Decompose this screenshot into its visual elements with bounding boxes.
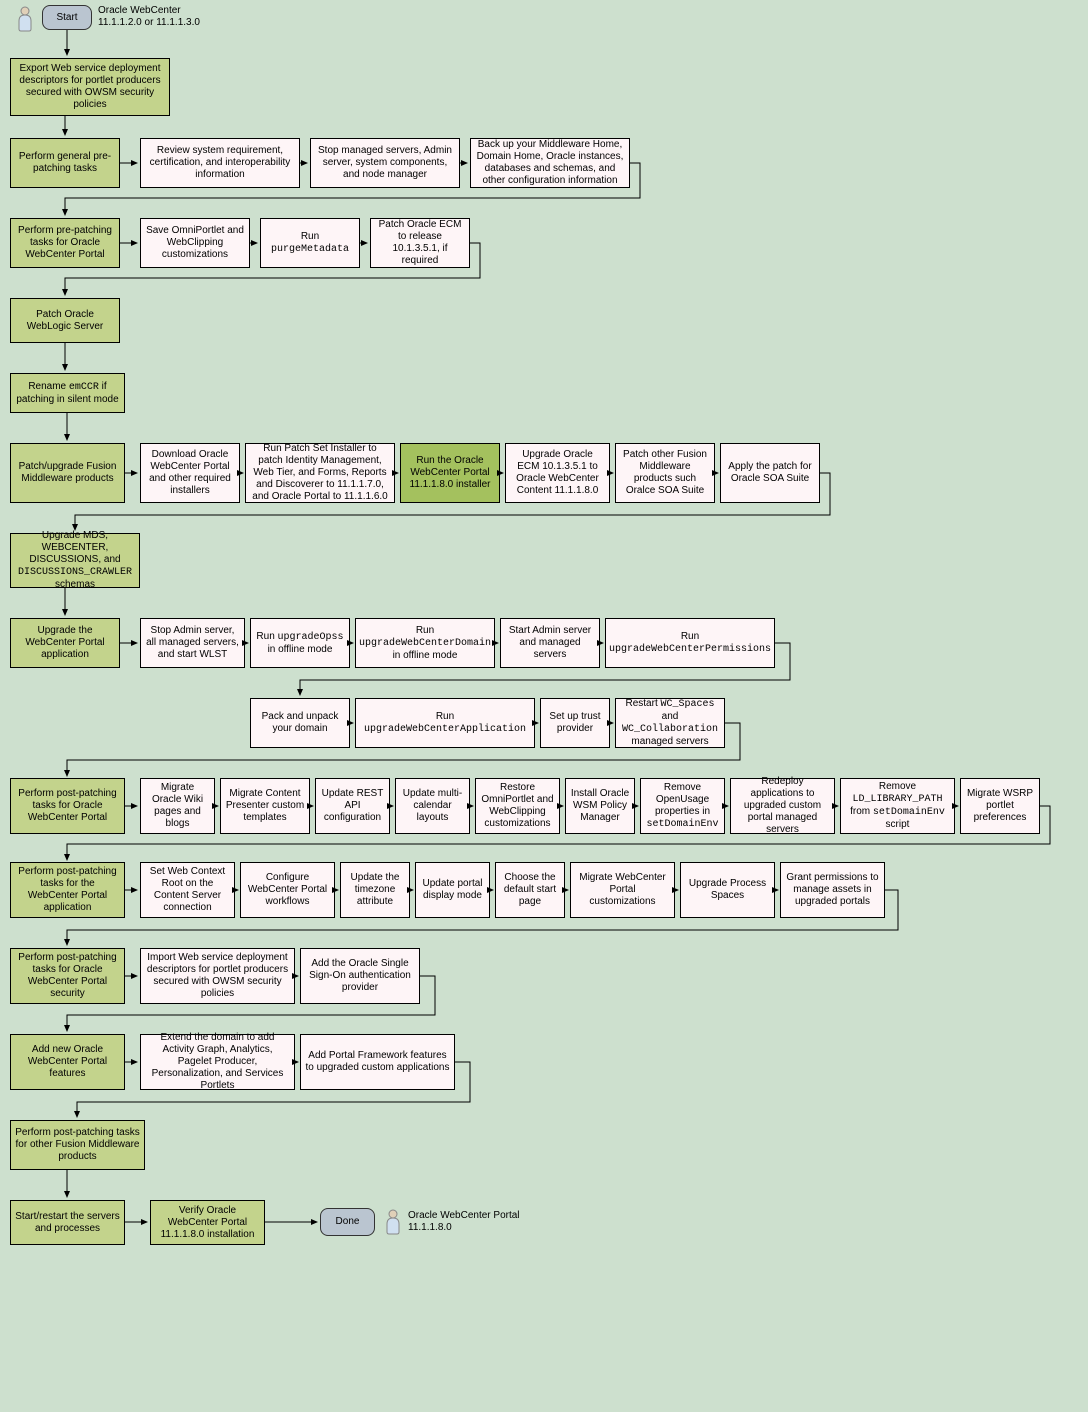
step-patch-weblogic: Patch Oracle WebLogic Server: [10, 298, 120, 343]
substep-run-upgradewcapp: Run upgradeWebCenterApplication: [355, 698, 535, 748]
substep-add-portal-framework: Add Portal Framework features to upgrade…: [300, 1034, 455, 1090]
step-add-features: Add new Oracle WebCenter Portal features: [10, 1034, 125, 1090]
step-rename-emccr: Rename emCCR if patching in silent mode: [10, 373, 125, 413]
step-upgrade-schemas: Upgrade MDS, WEBCENTER, DISCUSSIONS, and…: [10, 533, 140, 588]
step-postpatch-other-fusion: Perform post-patching tasks for other Fu…: [10, 1120, 145, 1170]
substep-stop-servers-wlst: Stop Admin server, all managed servers, …: [140, 618, 245, 668]
step-export-descriptors: Export Web service deployment descriptor…: [10, 58, 170, 116]
substep-migrate-customizations: Migrate WebCenter Portal customizations: [570, 862, 675, 918]
step-prepatch-portal: Perform pre-patching tasks for Oracle We…: [10, 218, 120, 268]
substep-apply-soa-patch: Apply the patch for Oracle SOA Suite: [720, 443, 820, 503]
substep-import-descriptors: Import Web service deployment descriptor…: [140, 948, 295, 1004]
substep-upgrade-ecm: Upgrade Oracle ECM 10.1.3.5.1 to Oracle …: [505, 443, 610, 503]
substep-stop-servers: Stop managed servers, Admin server, syst…: [310, 138, 460, 188]
substep-restart-spaces-collab: Restart WC_Spaces and WC_Collaboration m…: [615, 698, 725, 748]
substep-add-sso-provider: Add the Oracle Single Sign-On authentica…: [300, 948, 420, 1004]
substep-download-installers: Download Oracle WebCenter Portal and oth…: [140, 443, 240, 503]
substep-migrate-wiki: Migrate Oracle Wiki pages and blogs: [140, 778, 215, 834]
substep-set-webcontext: Set Web Context Root on the Content Serv…: [140, 862, 235, 918]
substep-update-multical: Update multi-calendar layouts: [395, 778, 470, 834]
substep-redeploy-apps: Redeploy applications to upgraded custom…: [730, 778, 835, 834]
substep-start-admin-managed: Start Admin server and managed servers: [500, 618, 600, 668]
substep-extend-domain: Extend the domain to add Activity Graph,…: [140, 1034, 295, 1090]
substep-run-upgradewcperms: Run upgradeWebCenterPermissions: [605, 618, 775, 668]
substep-migrate-content-presenter: Migrate Content Presenter custom templat…: [220, 778, 310, 834]
substep-install-wsm: Install Oracle WSM Policy Manager: [565, 778, 635, 834]
substep-save-omniportlet: Save OmniPortlet and WebClipping customi…: [140, 218, 250, 268]
start-product-label: Oracle WebCenter11.1.1.2.0 or 11.1.1.3.0: [98, 5, 200, 29]
substep-update-timezone: Update the timezone attribute: [340, 862, 410, 918]
step-upgrade-portal-app: Upgrade the WebCenter Portal application: [10, 618, 120, 668]
substep-pack-unpack: Pack and unpack your domain: [250, 698, 350, 748]
substep-grant-permissions: Grant permissions to manage assets in up…: [780, 862, 885, 918]
substep-config-workflows: Configure WebCenter Portal workflows: [240, 862, 335, 918]
substep-patch-other-fusion: Patch other Fusion Middleware products s…: [615, 443, 715, 503]
substep-remove-ldlibrarypath: Remove LD_LIBRARY_PATH from setDomainEnv…: [840, 778, 955, 834]
substep-run-purgemetadata: Run purgeMetadata: [260, 218, 360, 268]
done-product-label: Oracle WebCenter Portal11.1.1.8.0: [408, 1210, 520, 1234]
substep-restore-omniportlet: Restore OmniPortlet and WebClipping cust…: [475, 778, 560, 834]
substep-choose-start-page: Choose the default start page: [495, 862, 565, 918]
substep-run-upgradewcdomain: Run upgradeWebCenterDomain in offline mo…: [355, 618, 495, 668]
person-done-icon: [383, 1208, 403, 1236]
substep-patch-ecm: Patch Oracle ECM to release 10.1.3.5.1, …: [370, 218, 470, 268]
step-postpatch-portal: Perform post-patching tasks for Oracle W…: [10, 778, 125, 834]
substep-backup: Back up your Middleware Home, Domain Hom…: [470, 138, 630, 188]
done-node: Done: [320, 1208, 375, 1236]
substep-verify-install: Verify Oracle WebCenter Portal 11.1.1.8.…: [150, 1200, 265, 1245]
step-postpatch-portal-app: Perform post-patching tasks for the WebC…: [10, 862, 125, 918]
substep-patch-set-installer: Run Patch Set Installer to patch Identit…: [245, 443, 395, 503]
step-postpatch-security: Perform post-patching tasks for Oracle W…: [10, 948, 125, 1004]
substep-run-wcp-installer: Run the Oracle WebCenter Portal 11.1.1.8…: [400, 443, 500, 503]
substep-update-display-mode: Update portal display mode: [415, 862, 490, 918]
person-start-icon: [15, 5, 35, 33]
substep-update-rest: Update REST API configuration: [315, 778, 390, 834]
substep-setup-trust: Set up trust provider: [540, 698, 610, 748]
substep-run-upgradeopss: Run upgradeOpss in offline mode: [250, 618, 350, 668]
step-patch-fusion: Patch/upgrade Fusion Middleware products: [10, 443, 125, 503]
step-restart-servers: Start/restart the servers and processes: [10, 1200, 125, 1245]
substep-review-requirements: Review system requirement, certification…: [140, 138, 300, 188]
step-general-prepatch: Perform general pre-patching tasks: [10, 138, 120, 188]
start-node: Start: [42, 5, 92, 30]
substep-migrate-wsrp: Migrate WSRP portlet preferences: [960, 778, 1040, 834]
substep-upgrade-process-spaces: Upgrade Process Spaces: [680, 862, 775, 918]
substep-remove-openusage: Remove OpenUsage properties in setDomain…: [640, 778, 725, 834]
